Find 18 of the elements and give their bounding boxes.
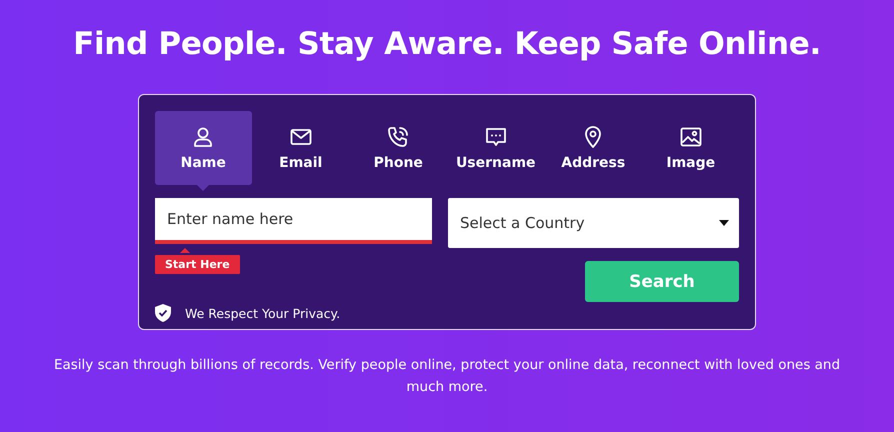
phone-icon (386, 125, 410, 149)
dropdown-value: Select a Country (460, 214, 585, 232)
pointer-icon (180, 248, 190, 253)
image-icon (678, 125, 703, 149)
name-field[interactable]: Enter name here (155, 198, 432, 244)
chat-icon (484, 125, 508, 149)
privacy-note: We Respect Your Privacy. (185, 306, 340, 320)
shield-check-icon (155, 304, 171, 322)
search-tab[interactable]: Username (448, 111, 544, 185)
pointer-icon (197, 185, 209, 191)
headline: Find People. Stay Aware. Keep Safe Online. (73, 25, 821, 64)
search-tab[interactable]: Address (545, 111, 642, 185)
search-tab[interactable]: Phone (350, 111, 446, 185)
country-dropdown[interactable]: Select a Country (448, 198, 739, 248)
caret-icon (719, 220, 729, 226)
description: Easily scan through billions of records. Verify people online, protect your online data, reconnect with loved ones and much more. (52, 356, 842, 397)
search-tab[interactable]: Image (642, 111, 739, 185)
search-tab[interactable]: Email (252, 111, 349, 185)
